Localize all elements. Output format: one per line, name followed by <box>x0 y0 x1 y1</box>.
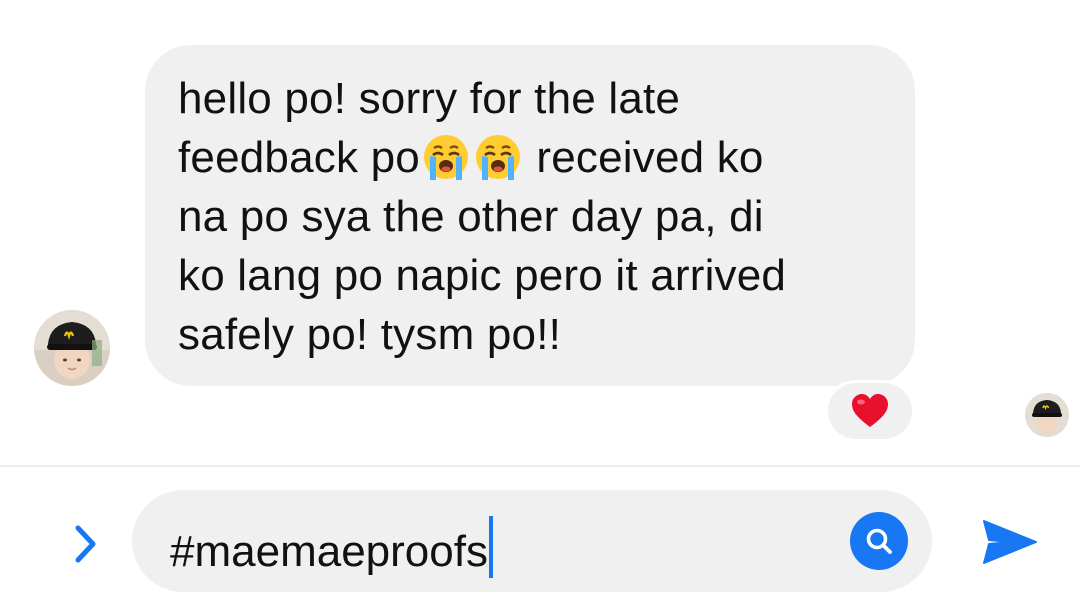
composer-divider <box>0 465 1080 467</box>
reaction-pill[interactable] <box>825 380 915 442</box>
heart-emoji <box>852 394 888 427</box>
loudly-crying-face-emoji <box>420 130 472 182</box>
message-line-1: hello po! sorry for the late <box>178 74 681 123</box>
message-input[interactable]: #maemaeproofs <box>132 490 932 592</box>
seen-avatar-image <box>1025 393 1069 437</box>
send-icon <box>983 520 1037 564</box>
message-bubble[interactable]: hello po! sorry for the late feedback po… <box>145 45 915 386</box>
message-line-3: na po sya the other day pa, di <box>178 192 764 241</box>
chat-screen: hello po! sorry for the late feedback po… <box>0 0 1080 606</box>
message-input-text[interactable]: #maemaeproofs <box>170 516 493 578</box>
message-line-4: ko lang po napic pero it arrived <box>178 251 787 300</box>
message-line-2a: feedback po <box>178 133 420 182</box>
text-caret <box>488 516 493 578</box>
avatar-image <box>34 310 110 386</box>
search-icon <box>866 528 892 554</box>
message-line-5: safely po! tysm po!! <box>178 310 562 359</box>
send-button[interactable] <box>978 514 1040 570</box>
message-input-value: #maemaeproofs <box>170 527 488 576</box>
chevron-right-icon <box>75 525 96 563</box>
expand-button[interactable] <box>66 520 106 568</box>
seen-avatar <box>1025 393 1069 437</box>
search-button[interactable] <box>850 512 908 570</box>
message-line-2b: received ko <box>523 133 764 182</box>
loudly-crying-face-emoji-2 <box>472 130 524 182</box>
message-text: hello po! sorry for the late feedback po… <box>178 69 885 364</box>
sender-avatar[interactable] <box>34 310 110 386</box>
